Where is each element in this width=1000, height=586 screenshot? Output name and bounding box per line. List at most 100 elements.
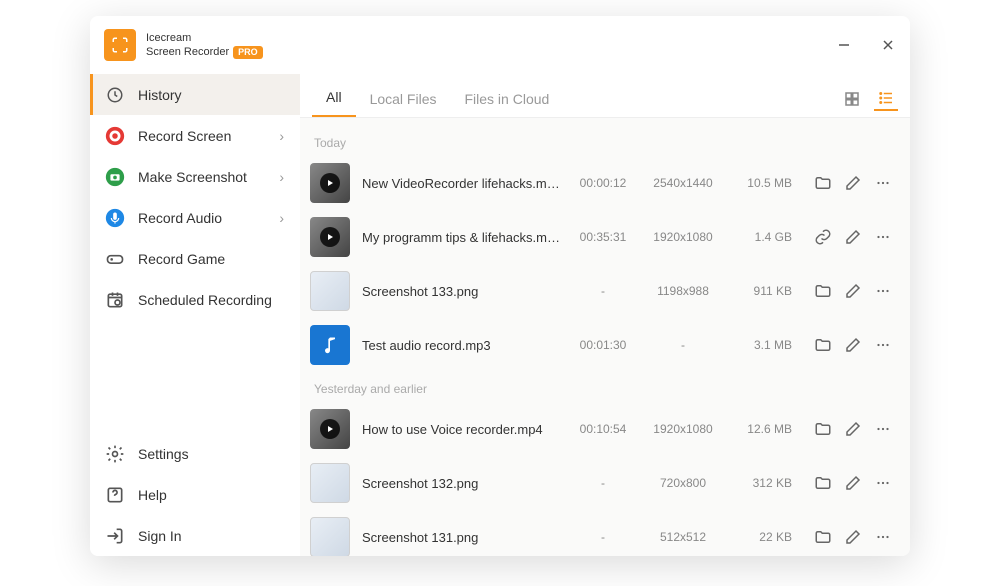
sidebar-item-label: Sign In (138, 528, 182, 544)
titlebar: Icecream Screen RecorderPRO (90, 16, 910, 74)
sidebar-item-record-audio[interactable]: Record Audio › (90, 197, 300, 238)
close-button[interactable] (880, 37, 896, 53)
thumbnail[interactable] (310, 517, 350, 556)
thumbnail[interactable] (310, 217, 350, 257)
file-duration: 00:01:30 (572, 338, 634, 352)
group-label: Today (310, 126, 906, 156)
thumbnail[interactable] (310, 463, 350, 503)
file-list[interactable]: Today New VideoRecorder lifehacks.mp4 00:0… (300, 118, 910, 556)
edit-icon[interactable] (844, 228, 862, 246)
sidebar-item-settings[interactable]: Settings (90, 433, 300, 474)
edit-icon[interactable] (844, 420, 862, 438)
thumbnail[interactable] (310, 271, 350, 311)
folder-icon[interactable] (814, 336, 832, 354)
sidebar-item-scheduled-recording[interactable]: Scheduled Recording (90, 279, 300, 320)
edit-icon[interactable] (844, 528, 862, 546)
list-view-button[interactable] (874, 87, 898, 111)
tabbar: All Local Files Files in Cloud (300, 74, 910, 118)
file-duration: - (572, 476, 634, 490)
file-name: Test audio record.mp3 (362, 338, 560, 353)
folder-icon[interactable] (814, 420, 832, 438)
more-icon[interactable] (874, 336, 892, 354)
edit-icon[interactable] (844, 336, 862, 354)
more-icon[interactable] (874, 474, 892, 492)
tab-local-files[interactable]: Local Files (356, 81, 451, 117)
file-size: 12.6 MB (732, 422, 792, 436)
edit-icon[interactable] (844, 174, 862, 192)
edit-icon[interactable] (844, 282, 862, 300)
file-row[interactable]: Screenshot 132.png-720x800 312 KB (310, 456, 906, 510)
folder-icon[interactable] (814, 282, 832, 300)
file-row[interactable]: My programm tips & lifehacks.mp4 00:35:31… (310, 210, 906, 264)
folder-icon[interactable] (814, 528, 832, 546)
file-duration: - (572, 530, 634, 544)
sidebar-item-label: Help (138, 487, 167, 503)
file-duration: - (572, 284, 634, 298)
file-duration: 00:35:31 (572, 230, 634, 244)
file-row[interactable]: Screenshot 133.png-1198x988 911 KB (310, 264, 906, 318)
file-name: New VideoRecorder lifehacks.mp4 (362, 176, 560, 191)
signin-icon (104, 525, 126, 547)
link-icon[interactable] (814, 228, 832, 246)
file-row[interactable]: Screenshot 131.png-512x51222 KB (310, 510, 906, 556)
app-title-line1: Icecream (146, 31, 263, 45)
more-icon[interactable] (874, 174, 892, 192)
group-label: Yesterday and earlier (310, 372, 906, 402)
file-resolution: 1920x1080 (646, 230, 720, 244)
grid-view-button[interactable] (840, 87, 864, 111)
file-row[interactable]: How to use Voice recorder.mp400:10:54192… (310, 402, 906, 456)
chevron-right-icon: › (279, 169, 284, 185)
file-row[interactable]: New VideoRecorder lifehacks.mp400:00:122… (310, 156, 906, 210)
file-resolution: 720x800 (646, 476, 720, 490)
file-size: 10.5 MB (732, 176, 792, 190)
more-icon[interactable] (874, 420, 892, 438)
tab-all[interactable]: All (312, 79, 356, 117)
gear-icon (104, 443, 126, 465)
sidebar-item-label: Record Screen (138, 128, 231, 144)
file-size: 911 KB (732, 284, 792, 298)
file-name: My programm tips & lifehacks.mp4 (362, 230, 560, 245)
file-name: Screenshot 131.png (362, 530, 560, 545)
file-name: Screenshot 133.png (362, 284, 560, 299)
sidebar-item-record-screen[interactable]: Record Screen › (90, 115, 300, 156)
file-resolution: 1920x1080 (646, 422, 720, 436)
sidebar-item-make-screenshot[interactable]: Make Screenshot › (90, 156, 300, 197)
pro-badge: PRO (233, 46, 263, 60)
file-duration: 00:00:12 (572, 176, 634, 190)
sidebar: History Record Screen › Make Screenshot … (90, 74, 300, 556)
folder-icon[interactable] (814, 474, 832, 492)
app-title-line2: Screen RecorderPRO (146, 45, 263, 60)
app-window: Icecream Screen RecorderPRO History Reco… (90, 16, 910, 556)
sidebar-item-history[interactable]: History (90, 74, 300, 115)
thumbnail[interactable] (310, 409, 350, 449)
folder-icon[interactable] (814, 174, 832, 192)
help-icon (104, 484, 126, 506)
sidebar-item-label: Make Screenshot (138, 169, 247, 185)
more-icon[interactable] (874, 282, 892, 300)
file-size: 3.1 MB (732, 338, 792, 352)
minimize-button[interactable] (836, 37, 852, 53)
sidebar-item-sign-in[interactable]: Sign In (90, 515, 300, 556)
app-logo (104, 29, 136, 61)
thumbnail[interactable] (310, 325, 350, 365)
more-icon[interactable] (874, 228, 892, 246)
thumbnail[interactable] (310, 163, 350, 203)
file-resolution: 1198x988 (646, 284, 720, 298)
chevron-right-icon: › (279, 128, 284, 144)
sidebar-item-label: Settings (138, 446, 189, 462)
edit-icon[interactable] (844, 474, 862, 492)
sidebar-item-record-game[interactable]: Record Game (90, 238, 300, 279)
sidebar-item-label: History (138, 87, 182, 103)
camera-icon (104, 166, 126, 188)
more-icon[interactable] (874, 528, 892, 546)
record-icon (104, 125, 126, 147)
microphone-icon (104, 207, 126, 229)
file-name: Screenshot 132.png (362, 476, 560, 491)
file-size: 22 KB (732, 530, 792, 544)
sidebar-item-help[interactable]: Help (90, 474, 300, 515)
sidebar-item-label: Record Audio (138, 210, 222, 226)
file-size: 312 KB (732, 476, 792, 490)
file-name: How to use Voice recorder.mp4 (362, 422, 560, 437)
file-row[interactable]: Test audio record.mp300:01:30-3.1 MB (310, 318, 906, 372)
tab-files-in-cloud[interactable]: Files in Cloud (450, 81, 563, 117)
